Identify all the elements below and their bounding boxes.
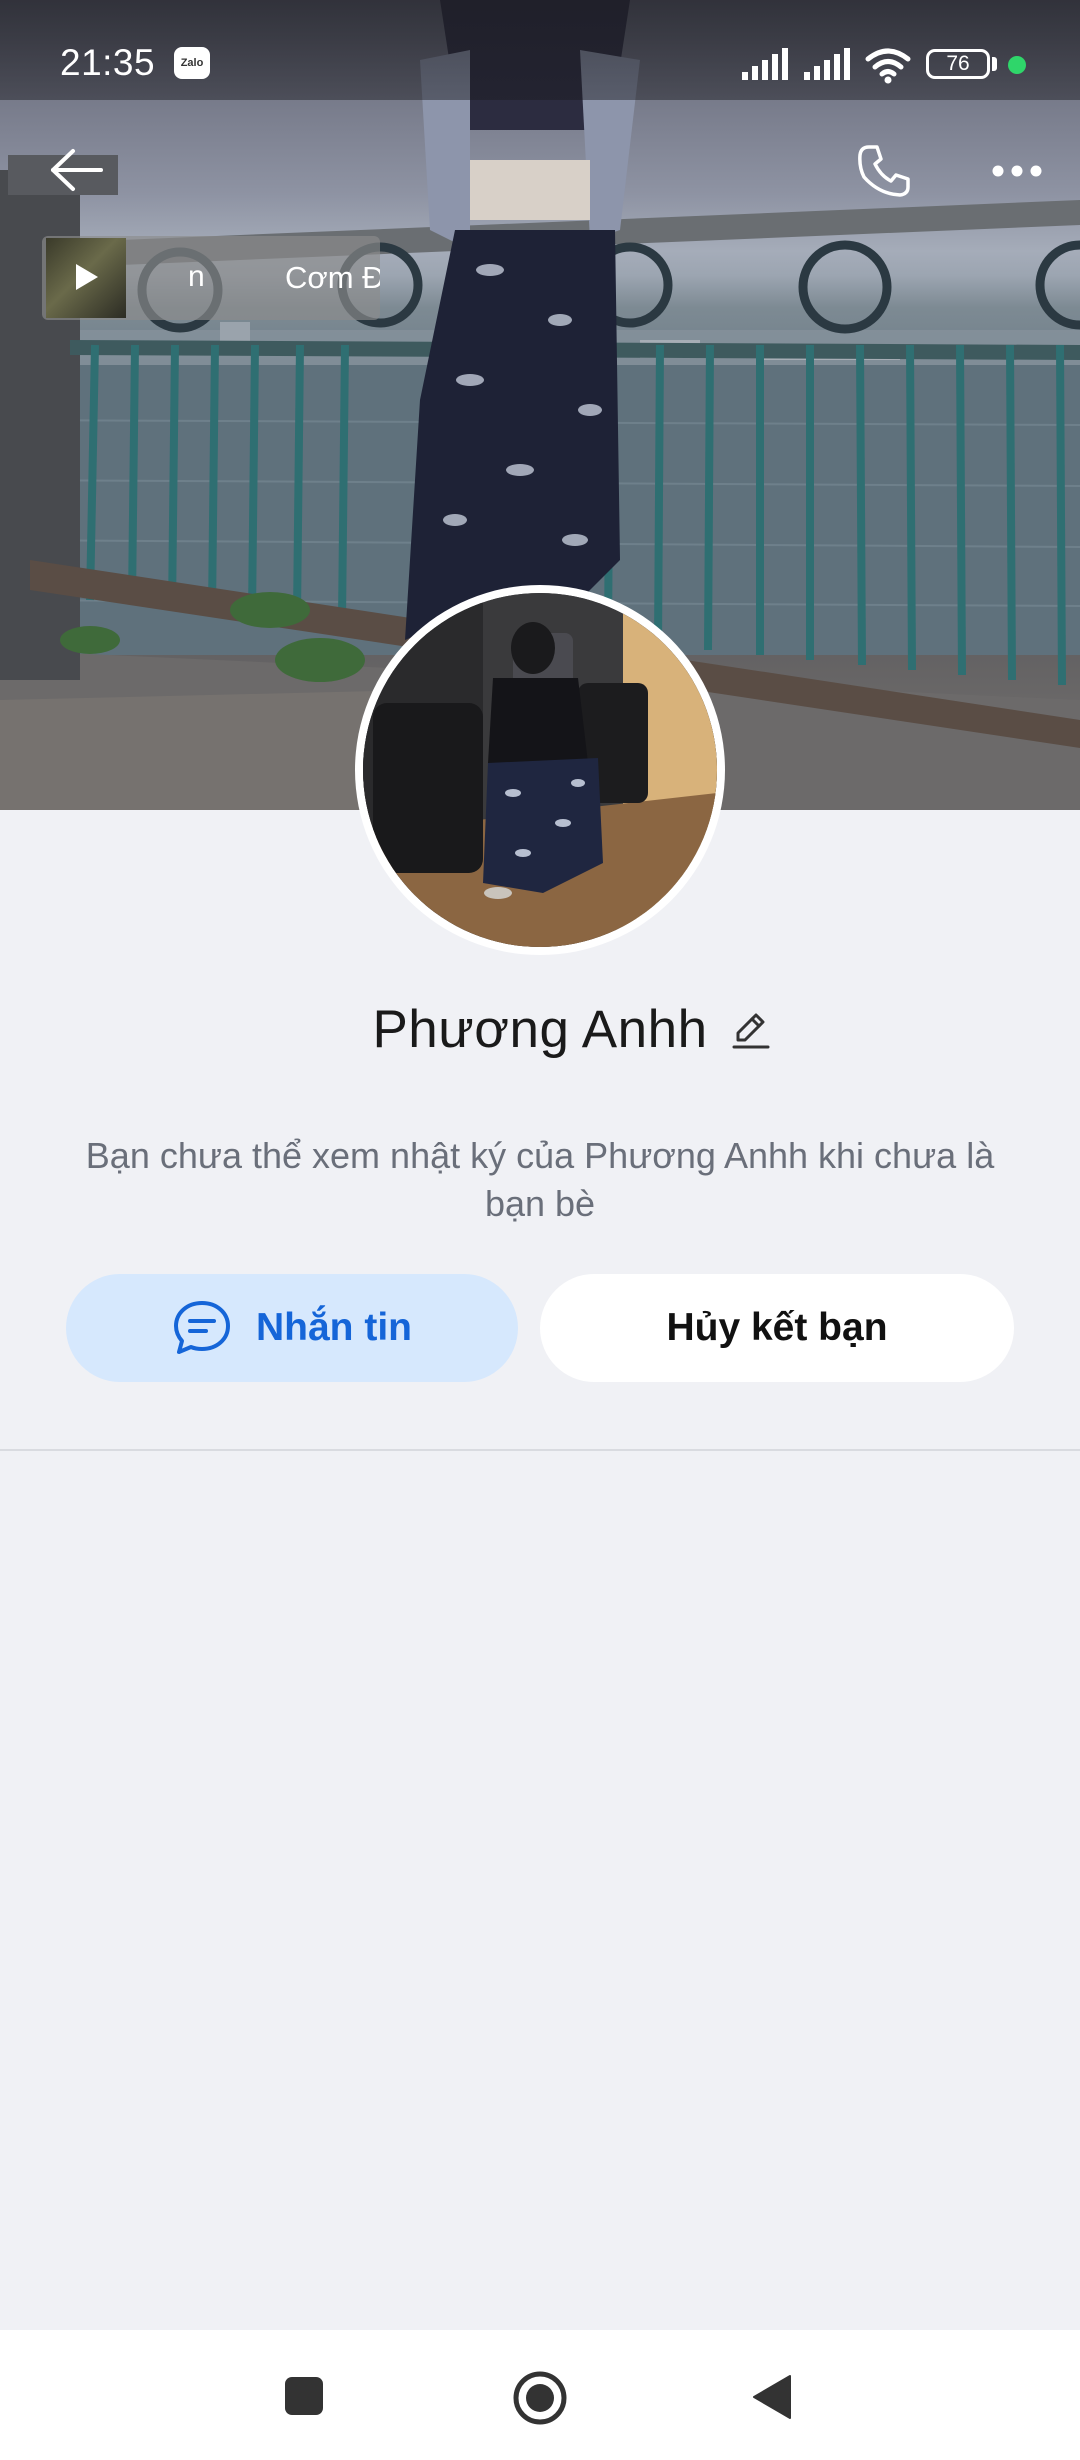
music-title-scroll-right: Cơm Đo — [285, 260, 380, 295]
unfriend-button[interactable]: Hủy kết bạn — [540, 1274, 1014, 1382]
back-button[interactable] — [40, 140, 114, 200]
more-options-button[interactable] — [982, 146, 1052, 196]
battery-level: 76 — [946, 52, 970, 75]
message-button-label: Nhắn tin — [256, 1306, 412, 1349]
profile-name: Phương Anhh — [372, 1000, 708, 1059]
back-triangle-icon[interactable] — [752, 2374, 792, 2420]
message-button[interactable]: Nhắn tin — [66, 1274, 518, 1382]
privacy-indicator-dot — [1008, 56, 1026, 74]
music-title-scroll-left: n — [188, 260, 205, 293]
recent-apps-square-icon[interactable] — [284, 2376, 324, 2416]
avatar-scene-graphic — [363, 593, 717, 947]
diary-privacy-note: Bạn chưa thể xem nhật ký của Phương Anhh… — [85, 1135, 995, 1224]
phone-icon — [858, 145, 910, 197]
status-time: 21:35 — [60, 42, 156, 83]
battery-tip — [992, 57, 997, 71]
avatar-photo — [363, 593, 717, 947]
profile-name-row: Phương Anhh — [0, 990, 1080, 1070]
home-circle-icon[interactable] — [512, 2370, 568, 2426]
unfriend-button-label: Hủy kết bạn — [666, 1306, 888, 1349]
system-navigation-bar — [0, 2330, 1080, 2460]
status-bar: 21:35 Zalo 76 — [0, 0, 1080, 100]
profile-avatar[interactable] — [355, 585, 725, 955]
arrow-left-icon — [51, 149, 103, 191]
call-button[interactable] — [846, 138, 922, 204]
cellular-signal-2-icon — [804, 48, 850, 80]
play-icon[interactable] — [76, 264, 98, 290]
battery-icon: 76 — [926, 49, 990, 79]
edit-name-pencil-icon[interactable] — [728, 1008, 772, 1052]
zalo-notification-icon: Zalo — [174, 47, 210, 79]
chat-bubble-icon — [174, 1301, 230, 1354]
section-divider — [0, 1449, 1080, 1451]
wifi-icon — [865, 48, 911, 84]
cellular-signal-icon — [742, 48, 788, 80]
profile-music-player[interactable]: n Cơm Đo — [42, 236, 380, 320]
more-dots-icon — [992, 165, 1042, 177]
